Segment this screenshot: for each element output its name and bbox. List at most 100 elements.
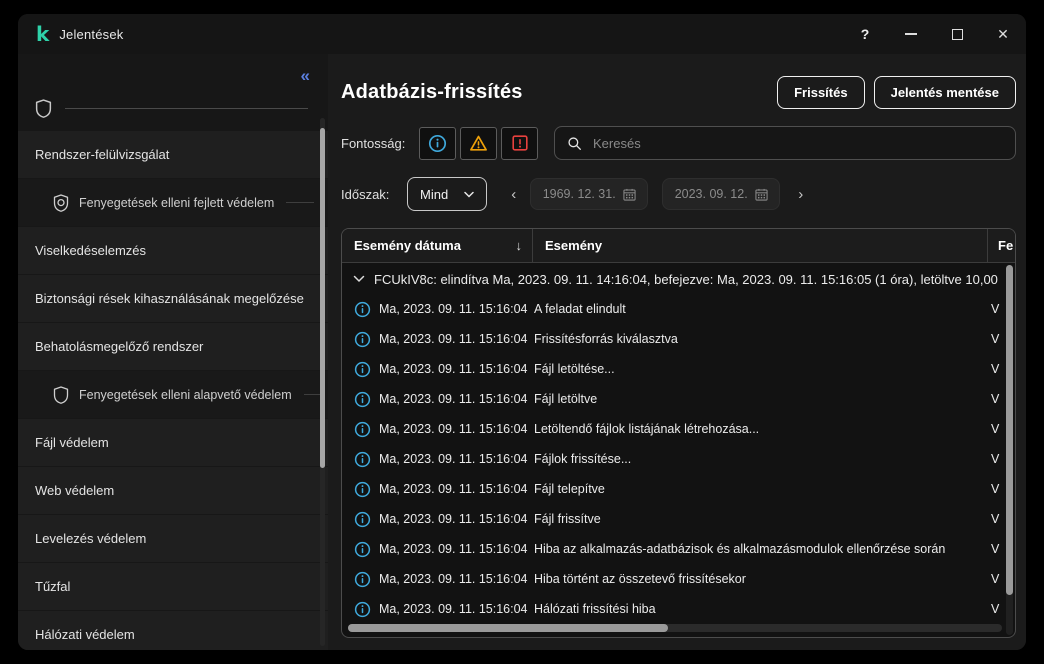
event-row[interactable]: Ma, 2023. 09. 11. 15:16:04 Hiba az alkal… (342, 534, 1015, 564)
sidebar-item-fajl-vedelem[interactable]: Fájl védelem (18, 419, 328, 466)
sidebar-header-fejlett-vedelem[interactable]: Fenyegetések elleni fejlett védelem (18, 179, 328, 226)
event-row[interactable]: Ma, 2023. 09. 11. 15:16:04 Hiba történt … (342, 564, 1015, 594)
event-row[interactable]: Ma, 2023. 09. 11. 15:16:04 Hálózati fris… (342, 594, 1015, 624)
event-date-cell: Ma, 2023. 09. 11. 15:16:04 (379, 362, 532, 376)
maximize-icon (952, 29, 963, 40)
event-row[interactable]: Ma, 2023. 09. 11. 15:16:04 Fájl letöltés… (342, 354, 1015, 384)
sidebar-item-behatolasmegelozo[interactable]: Behatolásmegelőző rendszer (18, 323, 328, 370)
event-date-cell: Ma, 2023. 09. 11. 15:16:04 (379, 452, 532, 466)
event-row[interactable]: Ma, 2023. 09. 11. 15:16:04 Letöltendő fá… (342, 414, 1015, 444)
date-to-field[interactable]: 2023. 09. 12. (662, 178, 780, 210)
help-icon: ? (861, 26, 870, 42)
close-button[interactable]: ✕ (980, 14, 1026, 54)
event-date-cell: Ma, 2023. 09. 11. 15:16:04 (379, 422, 532, 436)
info-icon (354, 421, 371, 438)
main-panel: Adatbázis-frissítés Frissítés Jelentés m… (328, 54, 1026, 650)
event-date-cell: Ma, 2023. 09. 11. 15:16:04 (379, 392, 532, 406)
events-table: Esemény dátuma ↓ Esemény Fe (341, 228, 1016, 638)
sidebar-item-label: Levelezés védelem (35, 531, 146, 546)
period-prev-icon[interactable]: ‹ (507, 186, 520, 203)
sidebar-header-alapveto-vedelem[interactable]: Fenyegetések elleni alapvető védelem (18, 371, 328, 418)
period-dropdown[interactable]: Mind (407, 177, 487, 211)
column-header-date[interactable]: Esemény dátuma ↓ (342, 229, 532, 262)
column-header-user[interactable]: Fe (987, 229, 1015, 262)
task-group-summary: FCUkIV8c: elindítva Ma, 2023. 09. 11. 14… (374, 272, 998, 287)
event-row[interactable]: Ma, 2023. 09. 11. 15:16:04 Fájl letöltve… (342, 384, 1015, 414)
sidebar-item-viselkedeselemzes[interactable]: Viselkedéselemzés (18, 227, 328, 274)
refresh-button[interactable]: Frissítés (777, 76, 864, 109)
task-group-row[interactable]: FCUkIV8c: elindítva Ma, 2023. 09. 11. 14… (342, 264, 1015, 294)
event-text-cell: Frissítésforrás kiválasztva (532, 332, 991, 346)
info-icon (354, 331, 371, 348)
search-input[interactable] (591, 135, 1003, 152)
sidebar-scrollbar[interactable] (320, 118, 325, 646)
info-icon (354, 451, 371, 468)
table-vertical-scrollbar[interactable] (1006, 265, 1013, 635)
sidebar-item-rendszer-felulvizsgalat[interactable]: Rendszer-felülvizsgálat (18, 131, 328, 178)
event-text-cell: Fájlok frissítése... (532, 452, 991, 466)
info-icon (354, 511, 371, 528)
table-horizontal-scrollbar-thumb[interactable] (348, 624, 668, 632)
warning-icon (469, 134, 488, 153)
info-icon (354, 391, 371, 408)
sidebar-item-biztonsagi-resek[interactable]: Biztonsági rések kihasználásának megelőz… (18, 275, 328, 322)
importance-critical-button[interactable] (501, 127, 538, 160)
chevron-down-icon (464, 191, 474, 198)
column-user-label: Fe (998, 238, 1013, 253)
sidebar-scrollbar-thumb[interactable] (320, 128, 325, 468)
calendar-icon (755, 188, 768, 201)
table-horizontal-scrollbar[interactable] (348, 624, 1002, 632)
column-header-event[interactable]: Esemény (532, 229, 987, 262)
importance-filter-group (419, 127, 542, 160)
event-row[interactable]: Ma, 2023. 09. 11. 15:16:04 Fájl telepítv… (342, 474, 1015, 504)
event-date-cell: Ma, 2023. 09. 11. 15:16:04 (379, 302, 532, 316)
window-title: Jelentések (59, 27, 123, 42)
period-label: Időszak: (341, 187, 407, 202)
sidebar-item-web-vedelem[interactable]: Web védelem (18, 467, 328, 514)
event-row[interactable]: Ma, 2023. 09. 11. 15:16:04 Fájl frissítv… (342, 504, 1015, 534)
event-text-cell: Fájl frissítve (532, 512, 991, 526)
event-row[interactable]: Ma, 2023. 09. 11. 15:16:04 Frissítésforr… (342, 324, 1015, 354)
importance-label: Fontosság: (341, 136, 407, 151)
minimize-icon (905, 33, 917, 35)
maximize-button[interactable] (934, 14, 980, 54)
event-text-cell: Fájl letöltése... (532, 362, 991, 376)
info-icon (354, 361, 371, 378)
event-row[interactable]: Ma, 2023. 09. 11. 15:16:04 Fájlok frissí… (342, 444, 1015, 474)
shield-advanced-icon (53, 194, 69, 212)
sidebar-item-levelezes-vedelem[interactable]: Levelezés védelem (18, 515, 328, 562)
event-date-cell: Ma, 2023. 09. 11. 15:16:04 (379, 482, 532, 496)
collapse-sidebar-icon[interactable]: « (301, 67, 310, 84)
divider-line (286, 202, 314, 203)
sidebar-item-halozati-vedelem[interactable]: Hálózati védelem (18, 611, 328, 650)
column-event-label: Esemény (545, 238, 602, 253)
search-icon (567, 136, 582, 151)
shield-basic-icon (53, 386, 69, 404)
importance-warning-button[interactable] (460, 127, 497, 160)
table-vertical-scrollbar-thumb[interactable] (1006, 265, 1013, 595)
title-bar: k Jelentések ? ✕ (18, 14, 1026, 54)
page-title: Adatbázis-frissítés (341, 81, 768, 104)
table-body: FCUkIV8c: elindítva Ma, 2023. 09. 11. 14… (342, 263, 1015, 637)
sidebar: « Rendszer-felülvizsgálat Fenyegetések (18, 54, 328, 650)
info-icon (354, 601, 371, 618)
save-report-button[interactable]: Jelentés mentése (874, 76, 1016, 109)
critical-icon (511, 134, 529, 152)
sidebar-nav: Rendszer-felülvizsgálat Fenyegetések ell… (18, 131, 328, 650)
sidebar-item-label: Rendszer-felülvizsgálat (35, 147, 169, 162)
period-next-icon[interactable]: › (794, 186, 807, 203)
sidebar-section-divider (18, 90, 328, 126)
sidebar-item-tuzfal[interactable]: Tűzfal (18, 563, 328, 610)
event-row[interactable]: Ma, 2023. 09. 11. 15:16:04 A feladat eli… (342, 294, 1015, 324)
chevron-down-icon (353, 275, 365, 283)
help-button[interactable]: ? (842, 14, 888, 54)
date-from-field[interactable]: 1969. 12. 31. (530, 178, 648, 210)
kaspersky-logo-icon: k (36, 24, 49, 44)
importance-info-button[interactable] (419, 127, 456, 160)
app-window: k Jelentések ? ✕ « (18, 14, 1026, 650)
event-text-cell: Hiba történt az összetevő frissítésekor (532, 572, 991, 586)
sidebar-item-label: Tűzfal (35, 579, 70, 594)
info-icon (428, 134, 447, 153)
search-box (554, 126, 1016, 160)
minimize-button[interactable] (888, 14, 934, 54)
